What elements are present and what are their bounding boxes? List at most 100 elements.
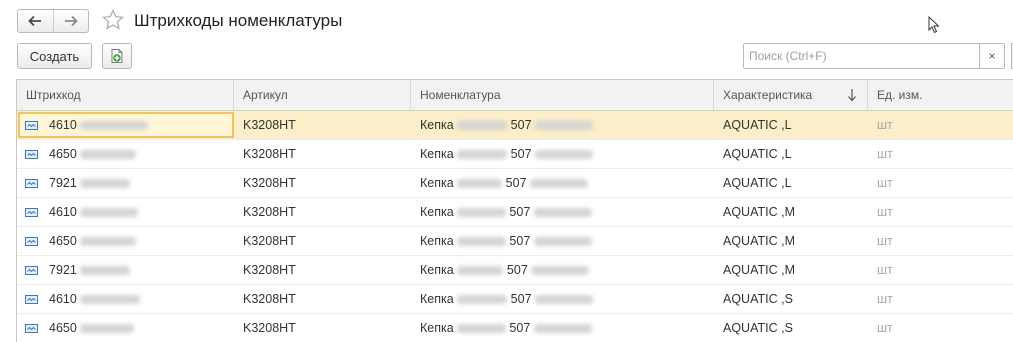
column-header-nomenclature[interactable]: Номенклатура bbox=[411, 80, 714, 110]
column-header-article[interactable]: Артикул bbox=[234, 80, 411, 110]
redacted-text bbox=[80, 150, 137, 160]
table-row[interactable]: 4610 K3208HT Кепка 507 AQUATIC ,M шт bbox=[17, 198, 1013, 227]
redacted-text bbox=[457, 266, 504, 276]
column-header-characteristic[interactable]: Характеристика bbox=[714, 80, 868, 110]
table-row[interactable]: 7921 K3208HT Кепка 507 AQUATIC ,M шт bbox=[17, 256, 1013, 285]
nomenclature-code: 507 bbox=[509, 205, 531, 219]
cell-article: K3208HT bbox=[243, 118, 296, 132]
cell-article: K3208HT bbox=[243, 147, 296, 161]
cell-characteristic: AQUATIC ,L bbox=[723, 176, 792, 190]
redacted-text bbox=[457, 295, 508, 305]
page-title: Штрихкоды номенклатуры bbox=[134, 11, 343, 30]
search-input[interactable] bbox=[743, 43, 979, 69]
nomenclature-code: 507 bbox=[510, 292, 532, 306]
redacted-text bbox=[535, 295, 594, 305]
table-header: Штрихкод Артикул Номенклатура Характерис… bbox=[17, 80, 1013, 111]
barcodes-table: Штрихкод Артикул Номенклатура Характерис… bbox=[16, 79, 1013, 342]
redacted-text bbox=[457, 150, 508, 160]
cell-nomenclature: Кепка 507 bbox=[420, 140, 714, 168]
add-from-file-button[interactable] bbox=[102, 43, 132, 69]
barcode-value: 7921 bbox=[49, 176, 77, 190]
redacted-text bbox=[457, 324, 506, 334]
sort-descending-icon bbox=[848, 89, 856, 102]
cell-article: K3208HT bbox=[243, 176, 296, 190]
redacted-text bbox=[80, 266, 131, 276]
forward-button[interactable] bbox=[52, 10, 88, 32]
cell-nomenclature: Кепка 507 bbox=[420, 169, 714, 197]
nomenclature-name: Кепка bbox=[420, 176, 454, 190]
cell-barcode: 4650 bbox=[49, 314, 234, 342]
cell-unit: шт bbox=[877, 118, 893, 132]
redacted-text bbox=[533, 208, 592, 218]
create-button[interactable]: Создать bbox=[17, 43, 92, 69]
cell-characteristic: AQUATIC ,S bbox=[723, 321, 793, 335]
barcode-value: 7921 bbox=[49, 263, 77, 277]
cell-barcode: 7921 bbox=[49, 169, 234, 197]
nomenclature-name: Кепка bbox=[420, 147, 454, 161]
table-row[interactable]: 7921 K3208HT Кепка 507 AQUATIC ,L шт bbox=[17, 169, 1013, 198]
nomenclature-code: 507 bbox=[505, 176, 527, 190]
redacted-text bbox=[533, 324, 592, 334]
barcode-icon bbox=[25, 295, 38, 304]
cell-characteristic: AQUATIC ,M bbox=[723, 234, 795, 248]
cell-article: K3208HT bbox=[243, 263, 296, 277]
cell-characteristic: AQUATIC ,M bbox=[723, 205, 795, 219]
nomenclature-name: Кепка bbox=[420, 321, 454, 335]
barcode-value: 4610 bbox=[49, 118, 77, 132]
nomenclature-code: 507 bbox=[509, 321, 531, 335]
nomenclature-name: Кепка bbox=[420, 118, 454, 132]
nomenclature-name: Кепка bbox=[420, 263, 454, 277]
arrow-right-icon bbox=[64, 15, 78, 27]
cell-barcode: 7921 bbox=[49, 256, 234, 284]
table-row[interactable]: 4610 K3208HT Кепка 507 AQUATIC ,L шт bbox=[17, 111, 1013, 140]
barcode-value: 4650 bbox=[49, 147, 77, 161]
cell-characteristic: AQUATIC ,L bbox=[723, 147, 792, 161]
cell-unit: шт bbox=[877, 263, 893, 277]
cell-barcode: 4610 bbox=[49, 198, 234, 226]
barcode-icon bbox=[25, 150, 38, 159]
column-header-unit[interactable]: Ед. изм. bbox=[868, 80, 1013, 110]
cell-characteristic: AQUATIC ,L bbox=[723, 118, 792, 132]
table-row[interactable]: 4650 K3208HT Кепка 507 AQUATIC ,S шт bbox=[17, 314, 1013, 342]
cell-barcode: 4650 bbox=[49, 227, 234, 255]
search-clear-button[interactable]: × bbox=[979, 43, 1005, 69]
cell-characteristic: AQUATIC ,S bbox=[723, 292, 793, 306]
cell-nomenclature: Кепка 507 bbox=[420, 227, 714, 255]
table-row[interactable]: 4610 K3208HT Кепка 507 AQUATIC ,S шт bbox=[17, 285, 1013, 314]
redacted-text bbox=[531, 266, 590, 276]
table-row[interactable]: 4650 K3208HT Кепка 507 AQUATIC ,L шт bbox=[17, 140, 1013, 169]
document-add-icon bbox=[111, 49, 123, 63]
barcode-value: 4650 bbox=[49, 234, 77, 248]
redacted-text bbox=[80, 121, 149, 131]
cell-unit: шт bbox=[877, 205, 893, 219]
search-box: × bbox=[743, 43, 1005, 69]
star-icon bbox=[102, 9, 124, 30]
cell-nomenclature: Кепка 507 bbox=[420, 314, 714, 342]
redacted-text bbox=[80, 237, 137, 247]
redacted-text bbox=[457, 237, 506, 247]
cell-article: K3208HT bbox=[243, 321, 296, 335]
barcode-icon bbox=[25, 179, 38, 188]
redacted-text bbox=[457, 179, 503, 189]
cell-article: K3208HT bbox=[243, 205, 296, 219]
cell-characteristic: AQUATIC ,M bbox=[723, 263, 795, 277]
nomenclature-name: Кепка bbox=[420, 234, 454, 248]
cell-unit: шт bbox=[877, 234, 893, 248]
back-button[interactable] bbox=[18, 10, 53, 32]
redacted-text bbox=[80, 324, 135, 334]
column-header-barcode[interactable]: Штрихкод bbox=[17, 80, 234, 110]
barcode-value: 4610 bbox=[49, 205, 77, 219]
cell-unit: шт bbox=[877, 321, 893, 335]
nomenclature-code: 507 bbox=[510, 118, 532, 132]
cell-barcode: 4610 bbox=[49, 285, 234, 313]
mouse-cursor-icon bbox=[928, 16, 940, 34]
cell-article: K3208HT bbox=[243, 234, 296, 248]
cell-nomenclature: Кепка 507 bbox=[420, 111, 714, 139]
navigation-buttons bbox=[17, 9, 89, 33]
barcode-icon bbox=[25, 266, 38, 275]
cell-nomenclature: Кепка 507 bbox=[420, 285, 714, 313]
table-row[interactable]: 4650 K3208HT Кепка 507 AQUATIC ,M шт bbox=[17, 227, 1013, 256]
nomenclature-code: 507 bbox=[510, 147, 532, 161]
favorite-button[interactable] bbox=[101, 8, 125, 32]
cell-unit: шт bbox=[877, 147, 893, 161]
